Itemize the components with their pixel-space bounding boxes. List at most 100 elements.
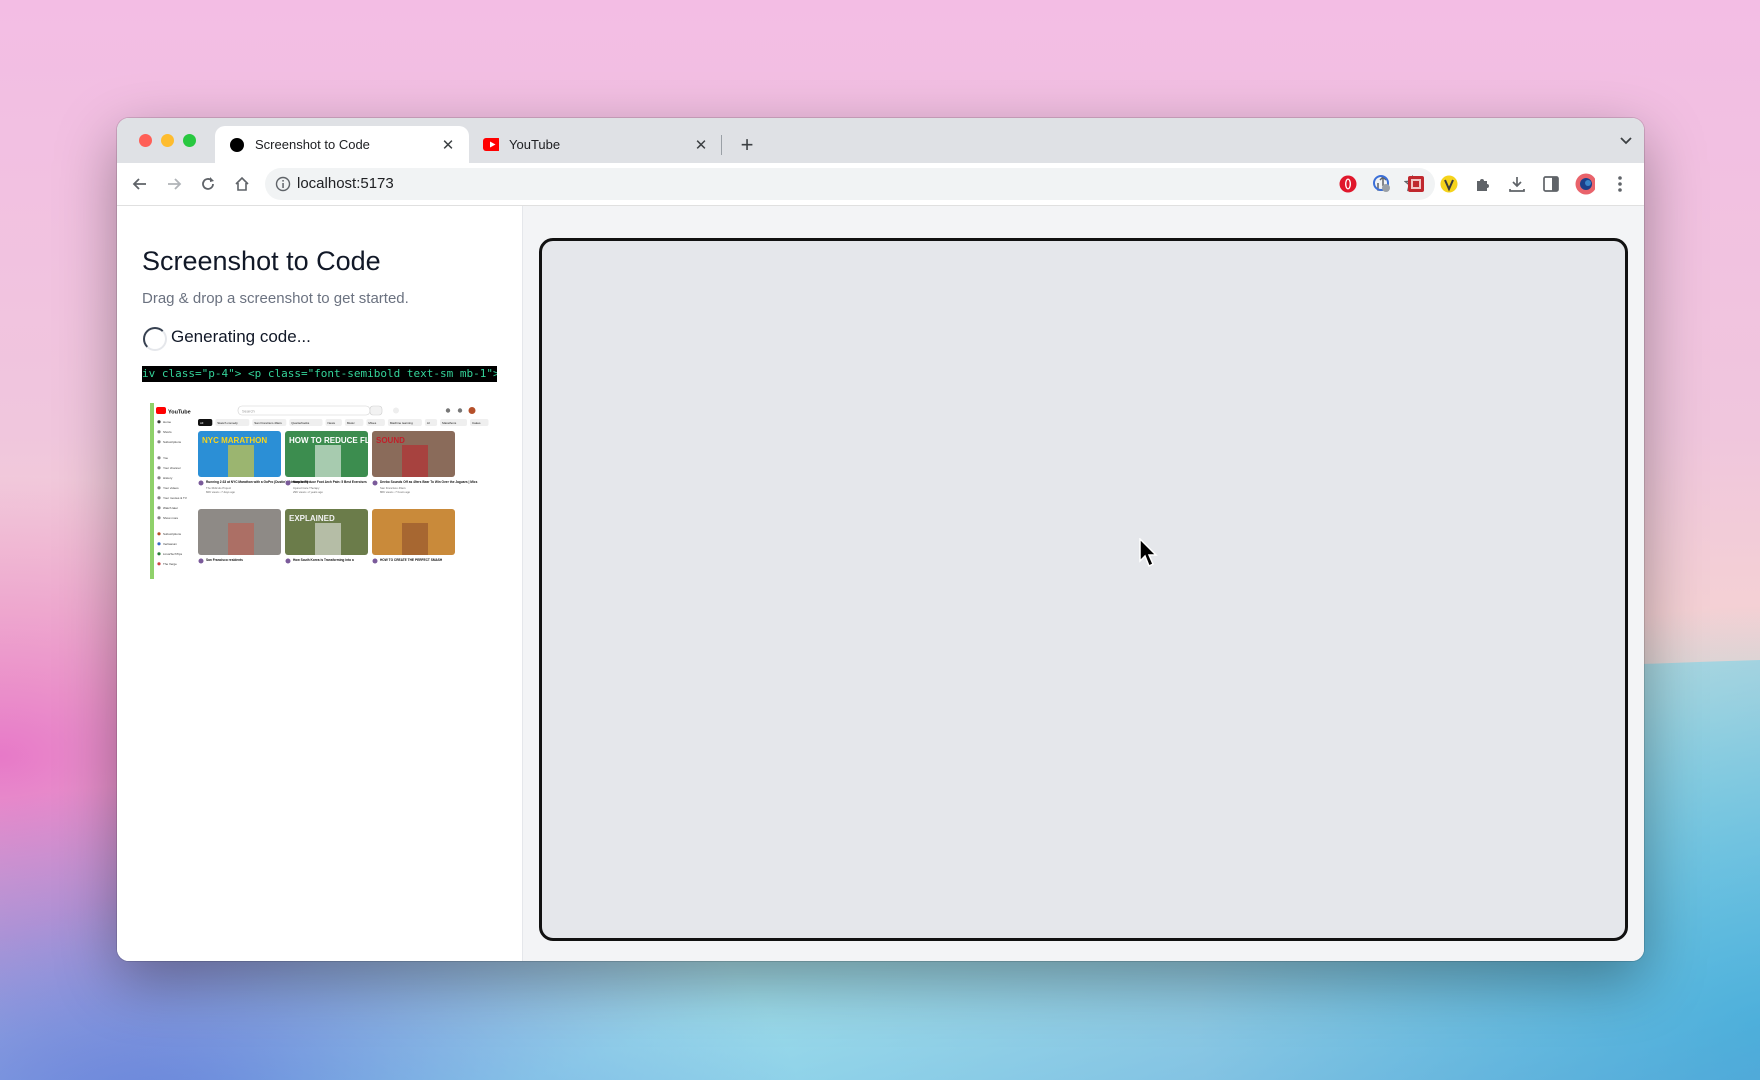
download-icon[interactable] xyxy=(1507,174,1527,194)
yt-video-stats: 29K views • 2 years ago xyxy=(293,490,323,494)
sidebar-panel: Screenshot to Code Drag & drop a screens… xyxy=(117,206,523,961)
image-extension-icon[interactable] xyxy=(1406,174,1426,194)
avatar xyxy=(468,407,476,414)
preview-area xyxy=(523,206,1644,961)
yt-chip-label: San Francisco 49ers xyxy=(254,421,282,425)
page-content: Screenshot to Code Drag & drop a screens… xyxy=(117,206,1644,961)
page-subtitle: Drag & drop a screenshot to get started. xyxy=(142,290,409,307)
create-icon xyxy=(445,408,451,413)
reload-icon xyxy=(202,177,214,190)
uploaded-screenshot-thumbnail: YouTube Search All Sketch comedy San Franc… xyxy=(142,403,497,579)
yt-sidebar-label: Home xyxy=(163,420,171,424)
window-controls xyxy=(139,134,196,147)
arrow-right-icon xyxy=(168,178,182,190)
reload-button[interactable] xyxy=(195,171,221,197)
yt-sidebar-label: Shorts xyxy=(163,430,172,434)
yt-sidebar-icon xyxy=(157,486,161,490)
yt-sidebar-icon xyxy=(157,506,161,510)
yt-chip-label: AI xyxy=(427,421,430,425)
yt-chip-label: Sketch comedy xyxy=(217,421,238,425)
status-text: Generating code... xyxy=(171,327,311,346)
yt-channel-avatar xyxy=(198,558,204,564)
yt-sidebar-icon xyxy=(157,562,161,566)
yt-sidebar-label: Your videos xyxy=(163,486,179,490)
browser-menu-icon[interactable] xyxy=(1610,174,1630,194)
youtube-logo-icon xyxy=(156,407,166,414)
yt-thumbnail-overlay: HOW TO REDUCE FLAT xyxy=(289,436,380,445)
yt-search-placeholder: Search xyxy=(242,409,255,414)
yt-video-title: HOW TO CREATE THE PERFECT SMASH xyxy=(380,558,443,562)
yt-channel-avatar xyxy=(285,480,291,486)
yt-sidebar-icon xyxy=(157,516,161,520)
yt-sidebar-icon xyxy=(157,496,161,500)
address-bar[interactable]: localhost:5173 xyxy=(265,168,1435,200)
yt-sidebar-icon xyxy=(157,420,161,424)
profile-avatar[interactable] xyxy=(1575,173,1595,195)
yt-video-title: Deebo Sounds Off as 49ers Bear To Win Ov… xyxy=(380,480,478,484)
password-extension-icon[interactable] xyxy=(1372,174,1392,194)
yt-video-title: How to Reduce Foot Arch Pain: 5 Best Exe… xyxy=(293,480,367,484)
close-window-button[interactable] xyxy=(139,134,152,147)
yt-channel-avatar xyxy=(285,558,291,564)
yt-video-stats: 86K views • 7 hours ago xyxy=(380,490,410,494)
yt-sidebar-icon xyxy=(157,456,161,460)
url-text: localhost:5173 xyxy=(297,175,394,192)
site-info-icon[interactable] xyxy=(275,176,291,197)
browser-window: Screenshot to Code ✕ YouTube ✕ + localho… xyxy=(117,118,1644,961)
new-tab-button[interactable]: + xyxy=(733,131,761,159)
yt-sidebar-label: Your channel xyxy=(163,466,181,470)
loading-spinner-icon xyxy=(143,327,167,351)
mic-icon xyxy=(393,407,399,414)
yt-sidebar-label: The Verge xyxy=(163,562,177,566)
yt-chip-label: Mixes xyxy=(368,421,376,425)
tab-search-button[interactable] xyxy=(1620,132,1632,148)
bell-icon xyxy=(457,408,463,413)
yt-thumbnail-overlay: EXPLAINED xyxy=(289,514,335,523)
back-button[interactable] xyxy=(127,171,153,197)
tab-youtube[interactable]: YouTube ✕ xyxy=(469,126,722,163)
home-icon xyxy=(235,176,249,191)
yt-sidebar-label: Subscriptions xyxy=(163,532,182,536)
yt-sidebar-icon xyxy=(157,430,161,434)
yt-channel-avatar xyxy=(372,480,378,486)
yt-thumbnail-overlay: NYC MARATHON xyxy=(202,436,267,445)
v-extension-icon[interactable] xyxy=(1439,174,1459,194)
side-panel-icon[interactable] xyxy=(1541,174,1561,194)
youtube-screenshot-preview: YouTube Search All Sketch comedy San Franc… xyxy=(142,403,497,579)
opera-extension-icon[interactable] xyxy=(1338,174,1358,194)
home-button[interactable] xyxy=(229,171,255,197)
yt-sidebar-icon xyxy=(157,532,161,536)
yt-sidebar-label: Show more xyxy=(163,516,179,520)
browser-toolbar: localhost:5173 xyxy=(117,163,1644,206)
yt-chip-label: Cakes xyxy=(472,421,481,425)
extensions-puzzle-icon[interactable] xyxy=(1473,174,1493,194)
yt-sidebar-icon xyxy=(157,440,161,444)
chevron-down-icon xyxy=(1620,137,1632,145)
tab-separator xyxy=(721,135,722,155)
tab-strip: Screenshot to Code ✕ YouTube ✕ + xyxy=(117,118,1644,163)
yt-chip-label: Marathons xyxy=(442,421,457,425)
tab-screenshot-to-code[interactable]: Screenshot to Code ✕ xyxy=(215,126,469,163)
yt-video-stats: 82K views • 7 days ago xyxy=(206,490,235,494)
yt-chip-label: Music xyxy=(347,421,355,425)
forward-button[interactable] xyxy=(161,171,187,197)
yt-sidebar-label: Veritasium xyxy=(163,542,178,546)
youtube-icon xyxy=(483,137,499,153)
mouse-cursor-icon xyxy=(1139,538,1158,568)
yt-sidebar-label: Watch later xyxy=(163,506,178,510)
maximize-window-button[interactable] xyxy=(183,134,196,147)
black-circle-icon xyxy=(229,137,245,153)
tab-title: YouTube xyxy=(509,137,561,152)
yt-chip-label: Quarterbacks xyxy=(291,421,310,425)
minimize-window-button[interactable] xyxy=(161,134,174,147)
code-preview-frame xyxy=(539,238,1628,941)
close-tab-icon[interactable]: ✕ xyxy=(690,134,712,156)
yt-sidebar-icon xyxy=(157,476,161,480)
yt-video-title: San Francisco residents xyxy=(206,558,243,562)
yt-thumbnail-overlay: SOUND xyxy=(376,436,405,445)
yt-channel-avatar xyxy=(198,480,204,486)
yt-sidebar-label: LinusTechTips xyxy=(163,552,183,556)
yt-sidebar-icon xyxy=(157,542,161,546)
arrow-left-icon xyxy=(132,178,146,190)
close-tab-icon[interactable]: ✕ xyxy=(437,134,459,156)
